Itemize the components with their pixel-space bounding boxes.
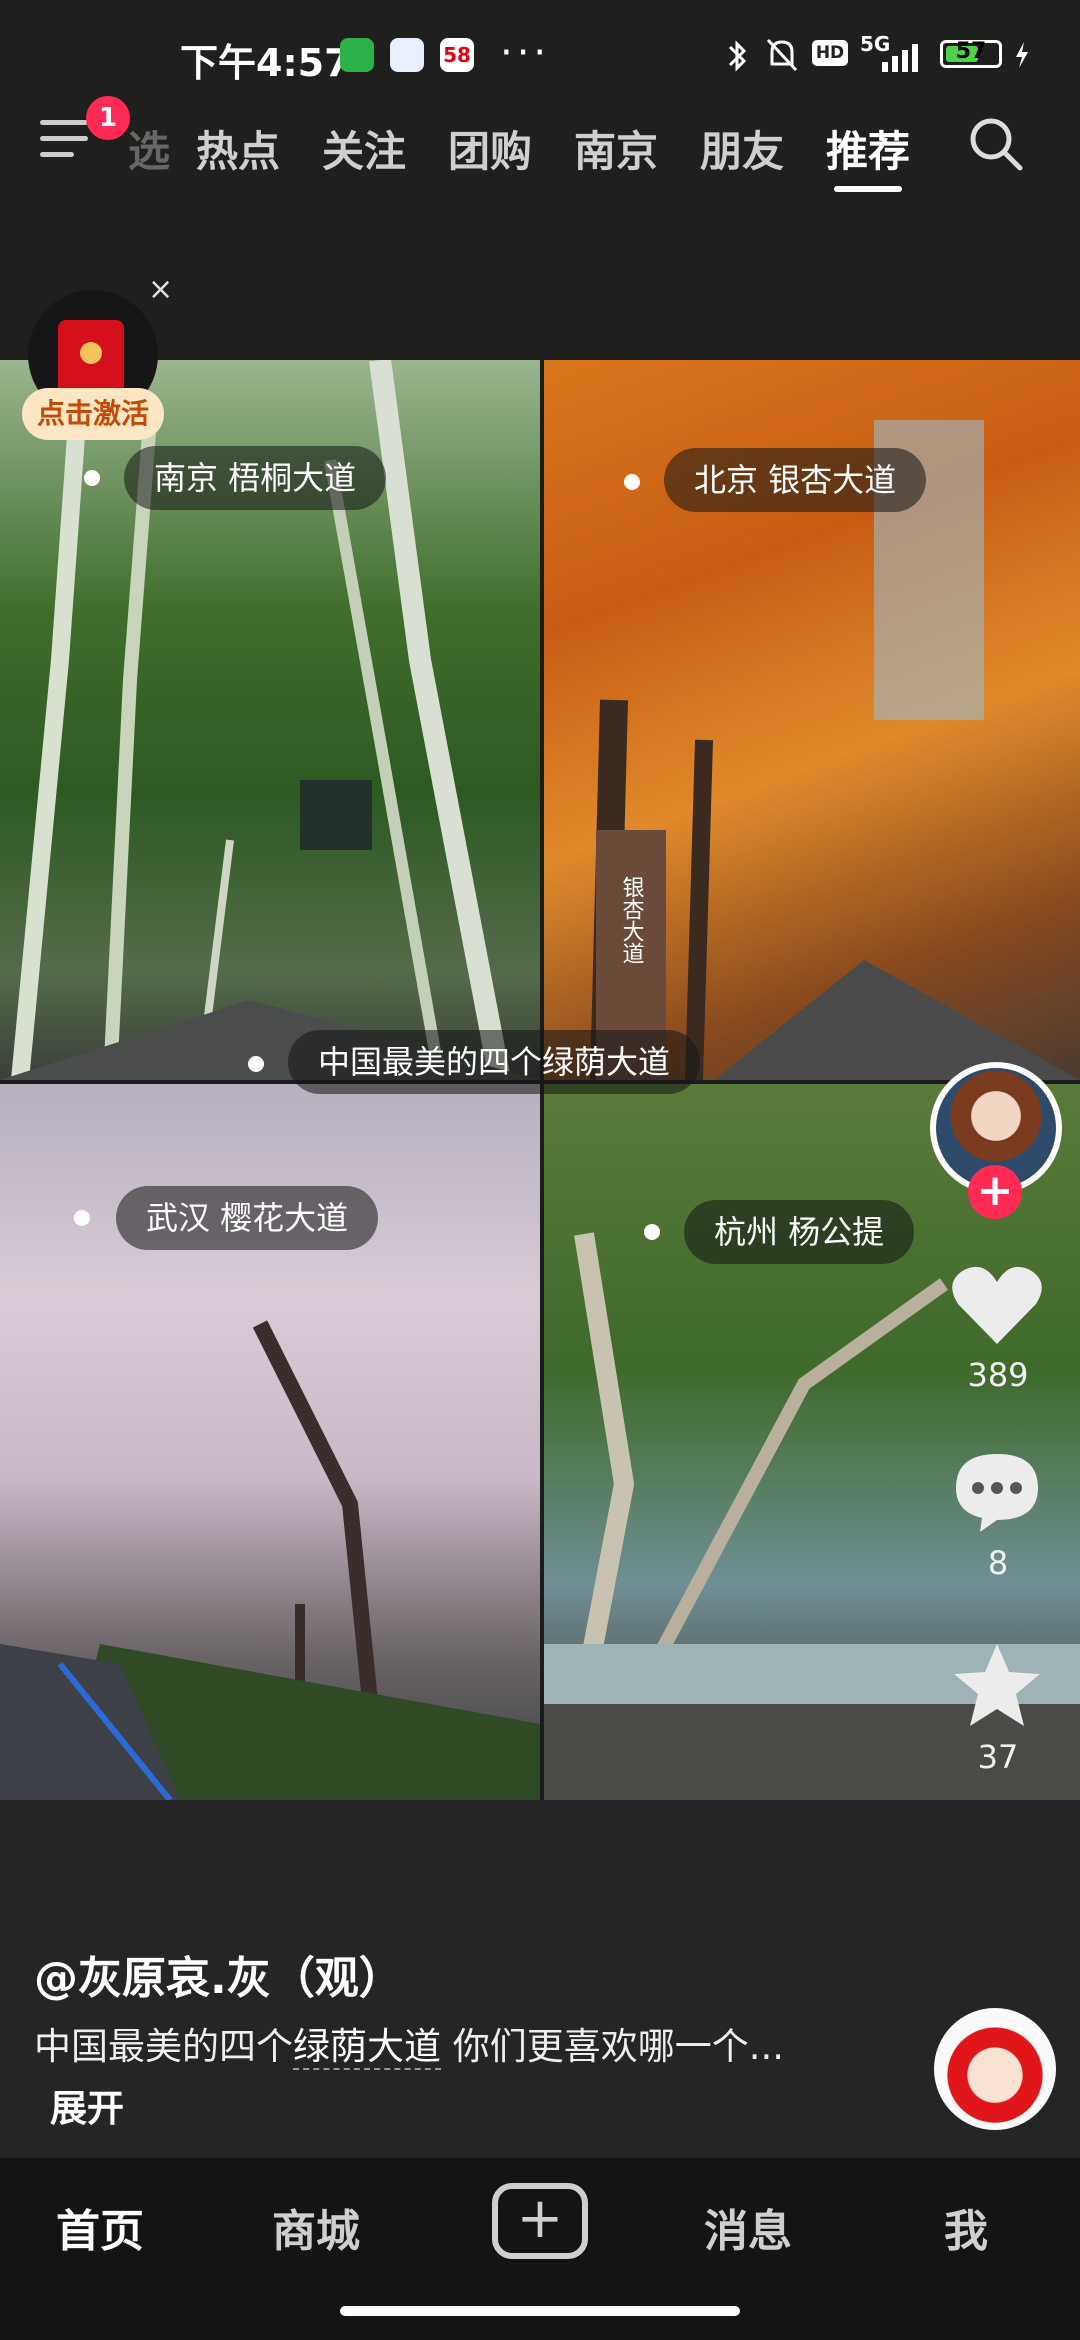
hashtag-link[interactable]: 绿荫大道 bbox=[293, 2025, 441, 2070]
comment-icon[interactable] bbox=[950, 1450, 1044, 1534]
bluetooth-icon bbox=[728, 40, 747, 72]
like-icon[interactable] bbox=[950, 1262, 1044, 1348]
hd-icon: HD bbox=[812, 40, 848, 66]
more-notifications-icon: ··· bbox=[500, 30, 551, 76]
label-dot bbox=[84, 470, 100, 486]
charging-icon bbox=[1016, 42, 1028, 68]
expand-link[interactable]: 展开 bbox=[50, 2087, 124, 2130]
label-nanjing: 南京 梧桐大道 bbox=[124, 446, 387, 510]
author-name[interactable]: @灰原哀.灰（观） bbox=[34, 1942, 403, 2006]
label-beijing: 北京 银杏大道 bbox=[664, 448, 927, 512]
tab-mall[interactable]: 商城 bbox=[272, 2195, 360, 2259]
menu-icon[interactable] bbox=[40, 120, 88, 164]
search-icon[interactable] bbox=[966, 114, 1026, 174]
envelope-seal bbox=[80, 342, 102, 364]
tab-group-buy[interactable]: 团购 bbox=[448, 118, 532, 179]
post-description: 中国最美的四个绿荫大道 你们更喜欢哪一个... 展开 bbox=[34, 2016, 814, 2140]
tab-hot[interactable]: 热点 bbox=[196, 118, 280, 179]
label-dot bbox=[248, 1056, 264, 1072]
tab-partial[interactable]: 选 bbox=[128, 118, 170, 179]
notification-badge: 1 bbox=[86, 96, 130, 140]
red-envelope-icon bbox=[58, 320, 124, 398]
tab-home[interactable]: 首页 bbox=[56, 2195, 144, 2259]
center-caption: 中国最美的四个绿荫大道 bbox=[288, 1030, 701, 1094]
wechat-app-icon bbox=[340, 38, 374, 72]
label-wuhan: 武汉 樱花大道 bbox=[116, 1186, 379, 1250]
battery-icon: 57 bbox=[940, 39, 1002, 68]
follow-button[interactable]: + bbox=[968, 1165, 1022, 1219]
label-dot bbox=[74, 1210, 90, 1226]
tab-recommended[interactable]: 推荐 bbox=[826, 118, 910, 179]
label-dot bbox=[644, 1224, 660, 1240]
desc-prefix: 中国最美的四个 bbox=[34, 2025, 293, 2068]
signal-icon bbox=[882, 44, 918, 72]
active-tab-indicator bbox=[834, 186, 902, 192]
desc-suffix: 你们更喜欢哪一个... bbox=[441, 2025, 785, 2068]
tab-messages[interactable]: 消息 bbox=[704, 2195, 792, 2259]
like-count: 389 bbox=[967, 1356, 1029, 1394]
tab-me[interactable]: 我 bbox=[944, 2195, 988, 2259]
tab-following[interactable]: 关注 bbox=[322, 118, 406, 179]
tab-friends[interactable]: 朋友 bbox=[700, 118, 784, 179]
tab-nanjing[interactable]: 南京 bbox=[574, 118, 658, 179]
58-app-icon: 58 bbox=[440, 38, 474, 72]
mute-bell-icon bbox=[766, 38, 798, 72]
label-hangzhou: 杭州 杨公提 bbox=[684, 1200, 915, 1264]
close-promo-button[interactable]: × bbox=[148, 272, 173, 307]
create-button[interactable]: + bbox=[492, 2183, 588, 2259]
home-indicator bbox=[340, 2306, 740, 2316]
label-dot bbox=[624, 474, 640, 490]
activate-button[interactable]: 点击激活 bbox=[22, 388, 164, 440]
app-notification-icon bbox=[390, 38, 424, 72]
comment-count: 8 bbox=[987, 1544, 1009, 1582]
favorite-count: 37 bbox=[977, 1738, 1019, 1776]
music-disc-avatar[interactable] bbox=[934, 2008, 1056, 2130]
status-time: 下午4:57 bbox=[180, 41, 351, 85]
ginkgo-sign-text: 银杏大道 bbox=[619, 876, 645, 964]
favorite-star-icon[interactable] bbox=[950, 1640, 1044, 1730]
battery-percent: 57 bbox=[955, 39, 987, 64]
